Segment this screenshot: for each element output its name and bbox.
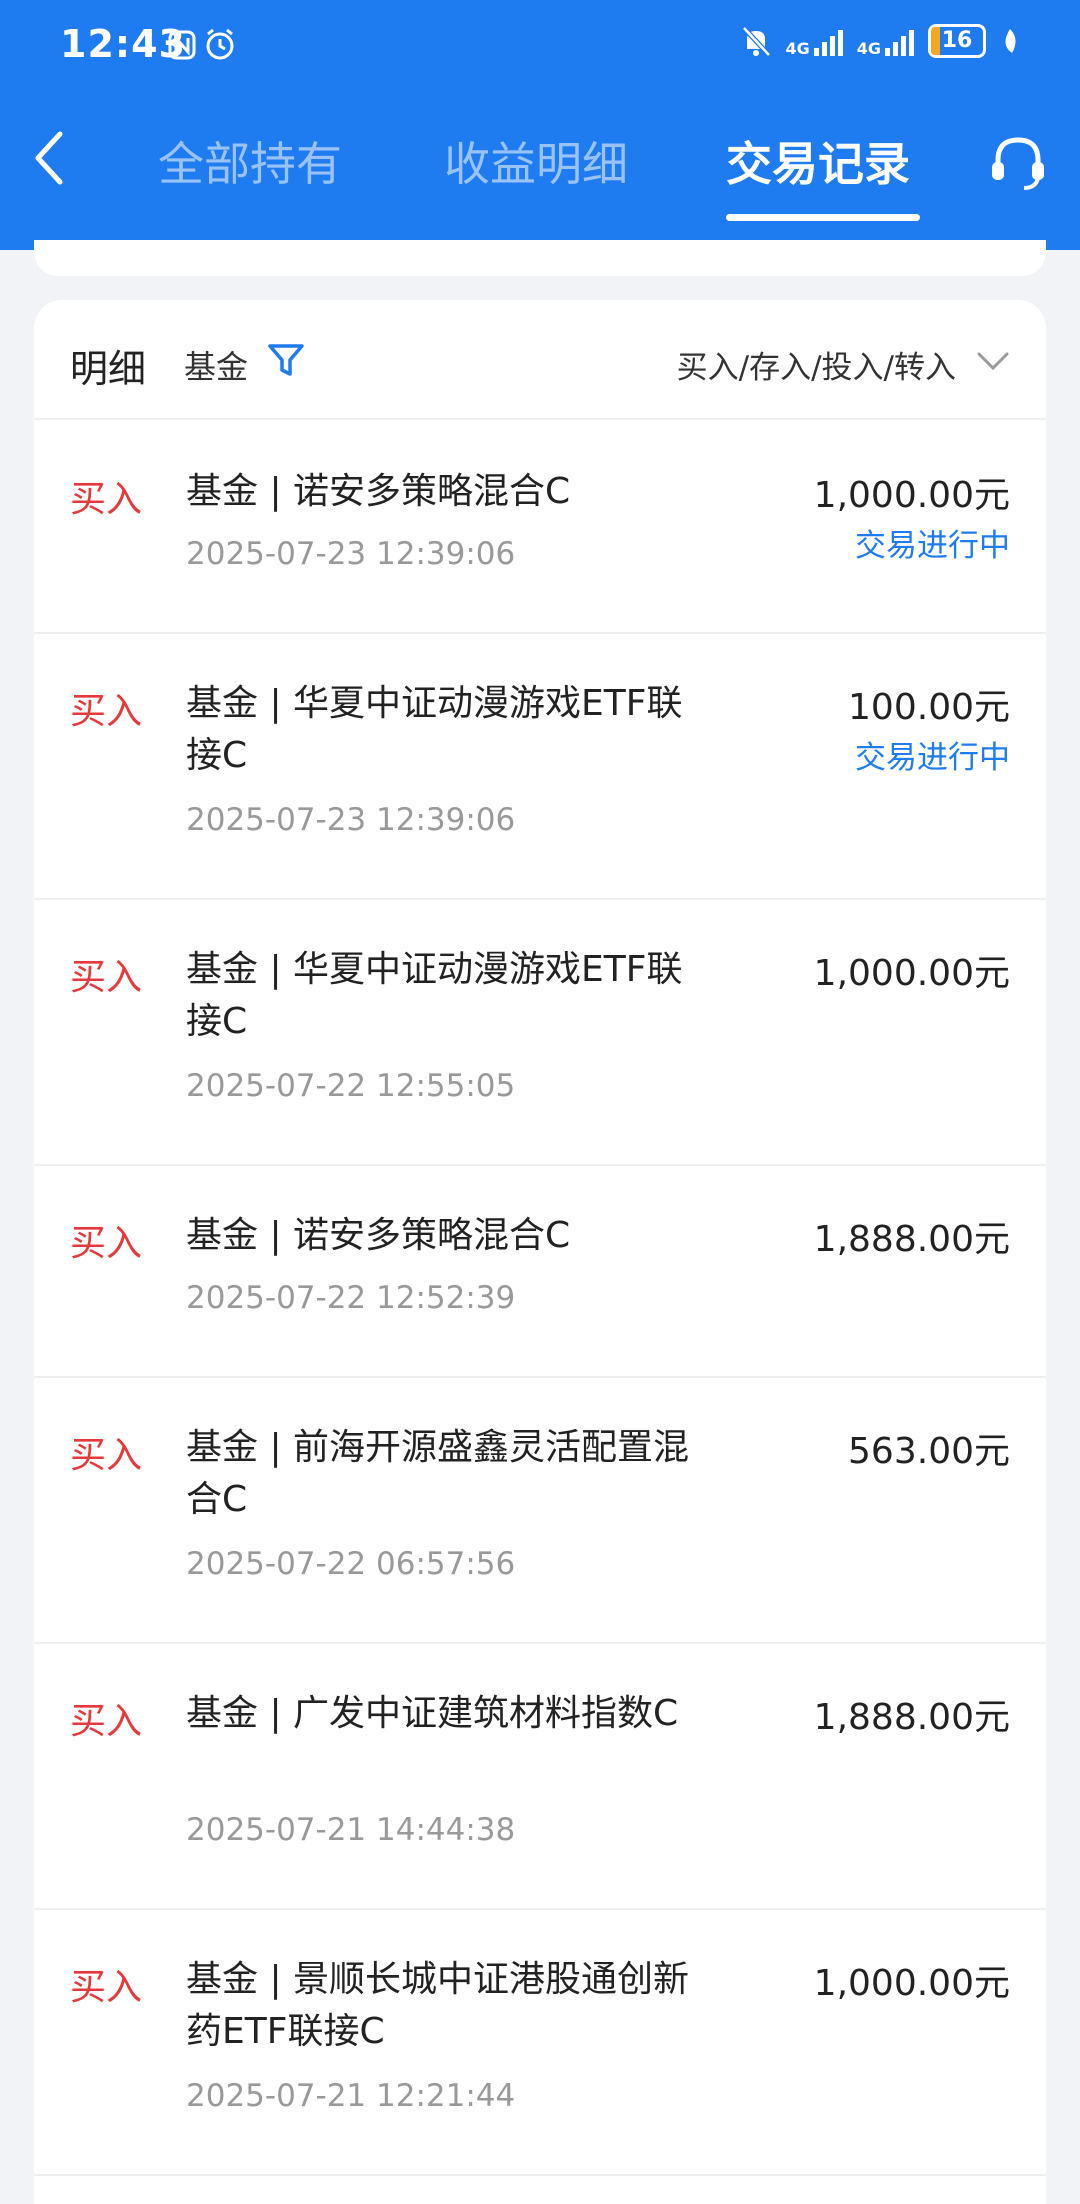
tab-all-holdings[interactable]: 全部持有	[158, 128, 342, 194]
transaction-amount: 1,000.00元	[813, 475, 1010, 516]
summary-card-edge	[34, 240, 1046, 276]
transaction-time: 2025-07-23 12:39:06	[186, 536, 516, 572]
funnel-icon[interactable]	[266, 340, 306, 380]
transaction-card: 明细 基金 买入/存入/投入/转入 买入 基金 | 诺安多策略混合C 2025-…	[34, 300, 1046, 2204]
nfc-alarm-icons	[168, 28, 238, 70]
list-item[interactable]: 买入 基金 | 诺安多策略混合C 2025-07-23 12:39:06 1,0…	[34, 422, 1046, 634]
transaction-time: 2025-07-22 06:57:56	[186, 1546, 516, 1582]
fund-name: 基金 | 诺安多策略混合C	[186, 1215, 571, 1256]
fund-name: 基金 | 诺安多策略混合C	[186, 471, 571, 512]
list-item[interactable]: 买入 基金 | 华夏中证动漫游戏ETF联接C 2025-07-23 12:39:…	[34, 634, 1046, 900]
transaction-time: 2025-07-23 12:39:06	[186, 802, 516, 838]
fund-name: 基金 | 华夏中证动漫游戏ETF联接C	[186, 949, 683, 1042]
signal-2-icon: 4G	[857, 26, 914, 57]
transaction-type: 买入	[70, 479, 143, 520]
active-tab-indicator	[726, 214, 920, 221]
type-filter[interactable]: 买入/存入/投入/转入	[677, 342, 956, 387]
transaction-type: 买入	[70, 957, 143, 998]
transaction-type: 买入	[70, 691, 143, 732]
list-item[interactable]: 买入 基金 | 诺安多策略混合C 2025-07-22 12:52:39 1,8…	[34, 1166, 1046, 1378]
chevron-left-icon	[35, 131, 63, 185]
transaction-type: 买入	[70, 1435, 143, 1476]
fund-name: 基金 | 景顺长城中证港股通创新药ETF联接C	[186, 1959, 690, 2052]
fund-name: 基金 | 广发中证建筑材料指数C	[186, 1693, 679, 1734]
category-filter[interactable]: 基金	[184, 342, 248, 388]
transaction-status: 交易进行中	[855, 528, 1010, 564]
transaction-amount: 100.00元	[848, 687, 1010, 728]
battery-icon: 16	[928, 24, 986, 58]
nav-bar: 全部持有 收益明细 交易记录	[0, 110, 1080, 230]
transaction-type: 买入	[70, 1967, 143, 2008]
list-item[interactable]: 买入 基金 | 广发中证建筑材料指数C 2025-07-21 14:44:38 …	[34, 1644, 1046, 1910]
list-item[interactable]: 买入 基金 | 景顺长城中证港股通创新药ETF联接C 2025-07-21 12…	[34, 1910, 1046, 2176]
transaction-time: 2025-07-21 12:21:44	[186, 2078, 516, 2114]
tab-transactions[interactable]: 交易记录	[726, 128, 910, 194]
tab-earnings-detail[interactable]: 收益明细	[444, 128, 628, 194]
transaction-time: 2025-07-21 14:44:38	[186, 1812, 516, 1848]
signal-1-icon: 4G	[785, 26, 843, 57]
chevron-down-icon[interactable]	[976, 348, 1010, 374]
customer-service-button[interactable]	[986, 130, 1050, 194]
transaction-amount: 1,000.00元	[813, 953, 1010, 994]
transaction-time: 2025-07-22 12:52:39	[186, 1280, 516, 1316]
transaction-type: 买入	[70, 1701, 143, 1742]
transaction-amount: 563.00元	[848, 1431, 1010, 1472]
transaction-time: 2025-07-22 12:55:05	[186, 1068, 516, 1104]
fund-name: 基金 | 华夏中证动漫游戏ETF联接C	[186, 683, 683, 776]
mute-bell-icon	[742, 26, 772, 57]
fund-name: 基金 | 前海开源盛鑫灵活配置混合C	[186, 1427, 690, 1520]
status-icons: 4G 4G 16	[741, 24, 1020, 58]
headset-icon	[992, 137, 1044, 190]
filter-bar: 明细 基金 买入/存入/投入/转入	[34, 300, 1046, 420]
transaction-type: 买入	[70, 1223, 143, 1264]
status-bar: 12:43 4G 4G 16	[0, 0, 1080, 95]
list-item[interactable]: 买入 基金 | 华夏中证动漫游戏ETF联接C 2025-07-22 12:55:…	[34, 900, 1046, 1166]
list-item[interactable]: 买入 基金 | 前海开源盛鑫灵活配置混合C 2025-07-22 06:57:5…	[34, 1378, 1046, 1644]
back-button[interactable]	[30, 128, 90, 208]
top-bar: 12:43 4G 4G 16 全部持有 收益明细 交易记录	[0, 0, 1080, 250]
transaction-list: 买入 基金 | 诺安多策略混合C 2025-07-23 12:39:06 1,0…	[34, 422, 1046, 2176]
transaction-amount: 1,888.00元	[813, 1219, 1010, 1260]
transaction-amount: 1,888.00元	[813, 1697, 1010, 1738]
transaction-amount: 1,000.00元	[813, 1963, 1010, 2004]
filter-title: 明细	[70, 347, 147, 391]
leaf-icon	[1005, 29, 1016, 53]
transaction-status: 交易进行中	[855, 740, 1010, 776]
